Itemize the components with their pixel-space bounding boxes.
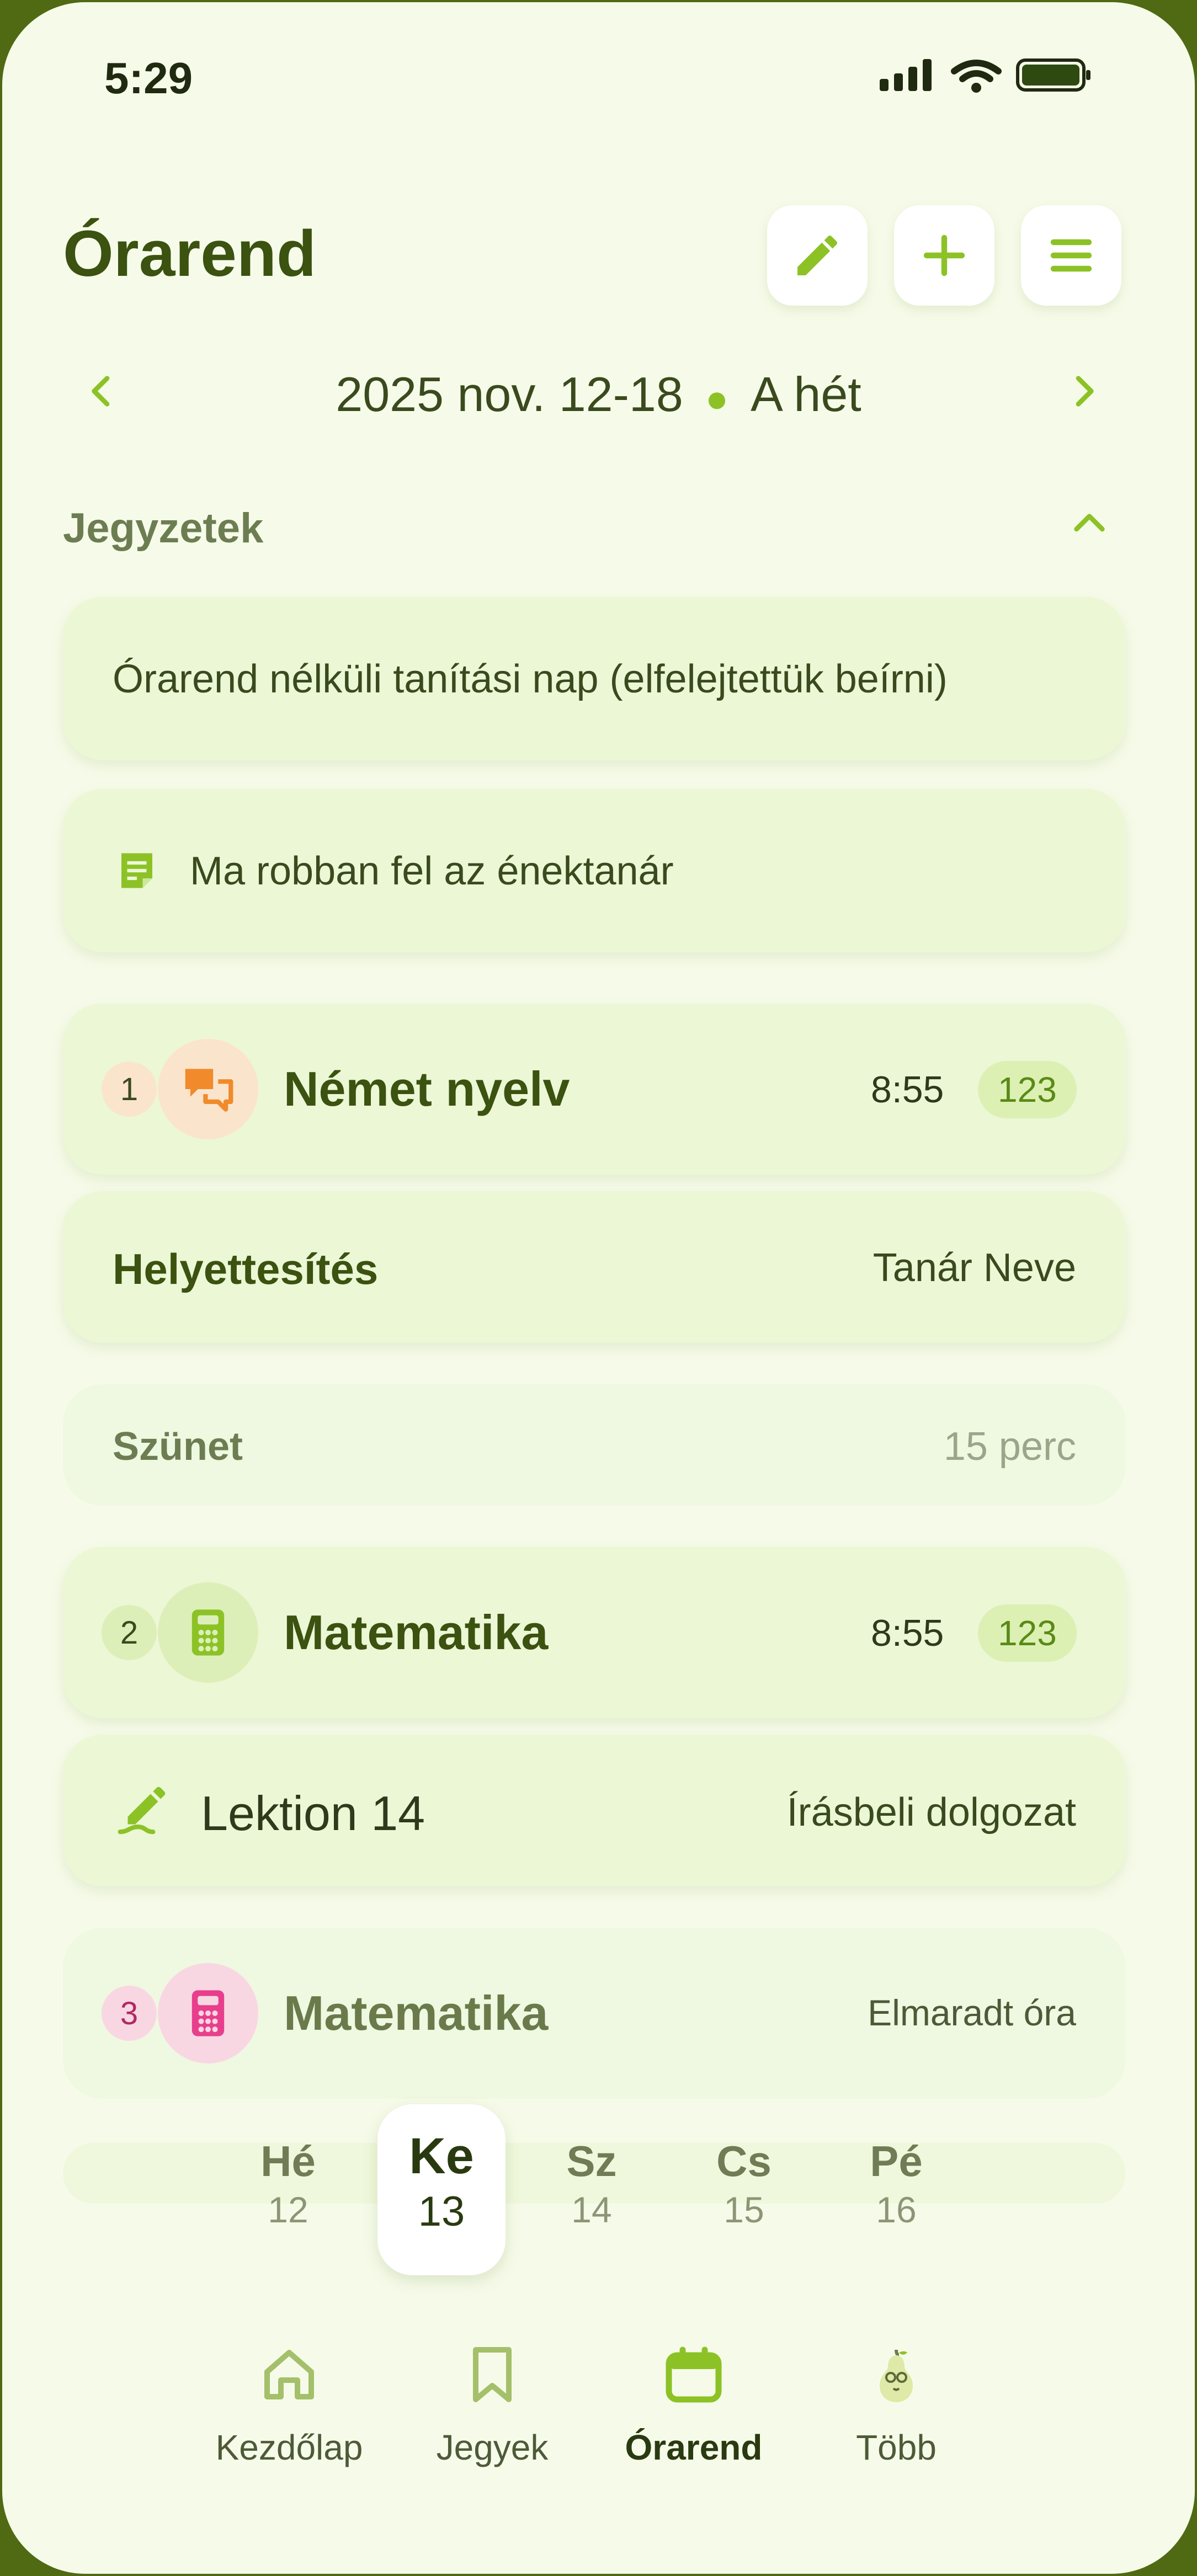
lesson-time: 8:55 bbox=[871, 1612, 944, 1654]
week-name: A hét bbox=[751, 367, 861, 422]
calendar-icon bbox=[666, 2346, 722, 2403]
week-range-label[interactable]: 2025 nov. 12-18 ● A hét bbox=[2, 366, 1195, 423]
chevron-up-icon bbox=[1074, 514, 1105, 532]
day-tab[interactable]: Cs 15 bbox=[689, 2136, 799, 2231]
note-text: Órarend nélküli tanítási nap (elfelejtet… bbox=[113, 657, 948, 701]
nav-label: Kezdőlap bbox=[215, 2428, 363, 2467]
calculator-icon bbox=[158, 1582, 258, 1683]
week-range: 2025 nov. 12-18 bbox=[336, 367, 683, 422]
exam-title: Lektion 14 bbox=[201, 1786, 425, 1841]
add-button[interactable] bbox=[894, 205, 994, 306]
day-name: Sz bbox=[566, 2137, 617, 2185]
bookmark-icon bbox=[473, 2347, 512, 2402]
nav-tab-timetable[interactable]: Órarend bbox=[605, 2342, 782, 2468]
day-date: 16 bbox=[876, 2189, 917, 2230]
nav-label: Több bbox=[856, 2428, 937, 2467]
break-duration: 15 perc bbox=[943, 1425, 1076, 1469]
note-icon bbox=[114, 847, 160, 894]
day-tab[interactable]: Pé 16 bbox=[841, 2136, 951, 2231]
nav-tab-home[interactable]: Kezdőlap bbox=[201, 2342, 377, 2468]
exam-card[interactable]: Lektion 14 Írásbeli dolgozat bbox=[63, 1735, 1126, 1886]
lesson-number: 2 bbox=[102, 1605, 157, 1660]
substitution-label: Helyettesítés bbox=[113, 1245, 379, 1293]
calculator-icon bbox=[158, 1963, 258, 2063]
hamburger-icon bbox=[1050, 239, 1092, 272]
lesson-subject: Német nyelv bbox=[284, 1062, 570, 1116]
substitute-teacher: Tanár Neve bbox=[873, 1246, 1076, 1290]
notes-section-title: Jegyzetek bbox=[63, 505, 264, 552]
room-badge: 123 bbox=[978, 1604, 1077, 1662]
day-name: Hé bbox=[260, 2137, 316, 2185]
nav-tab-more[interactable]: Több bbox=[808, 2342, 985, 2468]
menu-button[interactable] bbox=[1021, 205, 1121, 306]
day-date: 14 bbox=[571, 2189, 612, 2230]
lesson-card-cancelled[interactable]: 3 Matematika Elmaradt óra bbox=[63, 1928, 1126, 2099]
edit-button[interactable] bbox=[767, 205, 868, 306]
separator-dot: ● bbox=[705, 376, 729, 420]
nav-label: Jegyek bbox=[436, 2428, 549, 2467]
note-card[interactable]: Ma robban fel az énektanár bbox=[63, 789, 1126, 952]
pen-icon bbox=[113, 1779, 173, 1839]
nav-tab-grades[interactable]: Jegyek bbox=[404, 2342, 581, 2468]
chat-bubbles-icon bbox=[158, 1039, 258, 1139]
note-text: Ma robban fel az énektanár bbox=[190, 849, 674, 893]
day-name: Ke bbox=[409, 2128, 474, 2184]
signal-wifi-battery-icon bbox=[880, 58, 1090, 93]
pear-mascot-icon bbox=[880, 2349, 913, 2402]
note-card[interactable]: Órarend nélküli tanítási nap (elfelejtet… bbox=[63, 597, 1126, 760]
next-week-button[interactable] bbox=[1062, 366, 1117, 422]
lesson-subject: Matematika bbox=[284, 1986, 549, 2040]
home-icon bbox=[264, 2350, 314, 2399]
day-name: Pé bbox=[870, 2137, 923, 2185]
break-card: Szünet 15 perc bbox=[63, 1384, 1126, 1506]
status-icons bbox=[880, 55, 1095, 93]
lesson-number: 1 bbox=[102, 1062, 157, 1117]
day-tab[interactable]: Sz 14 bbox=[536, 2136, 647, 2231]
room-badge: 123 bbox=[978, 1061, 1077, 1118]
lesson-subject: Matematika bbox=[284, 1605, 549, 1660]
day-date: 13 bbox=[418, 2188, 465, 2235]
nav-label: Órarend bbox=[625, 2428, 763, 2467]
day-tab[interactable]: Hé 12 bbox=[233, 2136, 343, 2231]
lesson-card[interactable]: 1 Német nyelv 8:55 123 bbox=[63, 1004, 1126, 1175]
lesson-status: Elmaradt óra bbox=[868, 1992, 1076, 2033]
lesson-number: 3 bbox=[102, 1986, 157, 2041]
day-name: Cs bbox=[716, 2137, 772, 2185]
phone-screen: 5:29 Órarend 2025 nov. 12-18 ● A hét Jeg… bbox=[2, 2, 1195, 2574]
page-title: Órarend bbox=[63, 217, 317, 290]
day-date: 15 bbox=[723, 2189, 764, 2230]
substitution-card[interactable]: Helyettesítés Tanár Neve bbox=[63, 1191, 1126, 1343]
day-tab-selected[interactable]: Ke 13 bbox=[377, 2104, 506, 2275]
status-time: 5:29 bbox=[104, 54, 193, 103]
day-date: 12 bbox=[268, 2189, 308, 2230]
plus-icon bbox=[923, 234, 965, 276]
collapse-notes-button[interactable] bbox=[1067, 502, 1122, 551]
lesson-time: 8:55 bbox=[871, 1069, 944, 1111]
lesson-card[interactable]: 2 Matematika 8:55 123 bbox=[63, 1547, 1126, 1718]
break-label: Szünet bbox=[113, 1425, 243, 1469]
chevron-right-icon bbox=[1076, 376, 1094, 407]
exam-type: Írásbeli dolgozat bbox=[786, 1790, 1076, 1834]
pencil-icon bbox=[797, 235, 838, 275]
